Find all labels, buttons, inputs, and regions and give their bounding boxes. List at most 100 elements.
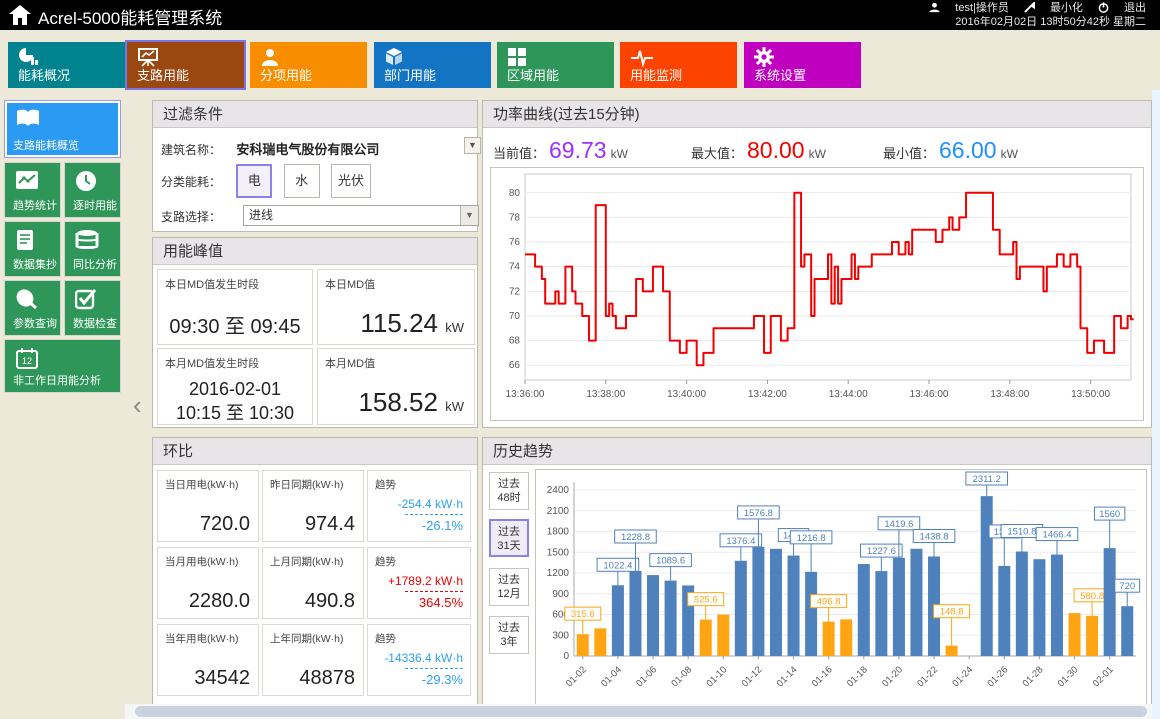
nav-tab-bar: 能耗概况 支路用能 分项用能 部门用能 区域用能 用能监测 系统设置 <box>0 30 1160 90</box>
svg-text:900: 900 <box>552 589 569 600</box>
svg-text:74: 74 <box>509 262 521 273</box>
branch-select[interactable]: 进线▼ <box>243 205 479 226</box>
horizontal-scrollbar[interactable] <box>125 704 1160 719</box>
svg-text:2311.2: 2311.2 <box>973 474 1001 485</box>
power-stats-row: 当前值：69.73kW 最大值：80.00kW 最小值：66.00kW <box>483 129 1151 165</box>
day-md-period-value: 09:30 至 09:45 <box>158 310 312 339</box>
month-md-period-time: 10:15 至 10:30 <box>158 401 312 425</box>
month-md-value-card: 本月MD值 158.52 kW <box>317 348 475 425</box>
svg-text:01-06: 01-06 <box>634 664 659 689</box>
svg-text:1200: 1200 <box>547 568 570 579</box>
user-icon <box>929 2 940 13</box>
filter-panel: 过滤条件 建筑名称： 安科瑞电气股份有限公司 ▼ 分类能耗： 电 水 光伏 支路… <box>152 100 478 232</box>
svg-text:1228.8: 1228.8 <box>621 532 650 543</box>
svg-text:1576.8: 1576.8 <box>744 508 773 519</box>
svg-text:66: 66 <box>509 360 521 371</box>
peak-title: 用能峰值 <box>153 238 477 265</box>
ratio-trend-cell: 趋势 -14336.4 kW·h -29.3% <box>367 624 471 696</box>
user-menu[interactable]: test|操作员 <box>929 2 1009 14</box>
svg-text:13:46:00: 13:46:00 <box>910 389 949 400</box>
svg-text:01-12: 01-12 <box>740 664 765 689</box>
minimize-button[interactable]: 最小化 <box>1024 2 1083 14</box>
svg-text:1466.4: 1466.4 <box>1042 530 1071 541</box>
svg-text:1419.6: 1419.6 <box>884 519 913 530</box>
svg-text:78: 78 <box>509 212 521 223</box>
tab-branch-energy[interactable]: 支路用能 <box>127 42 244 88</box>
svg-text:01-04: 01-04 <box>599 664 624 689</box>
svg-text:01-10: 01-10 <box>704 664 729 689</box>
sidebar-item-hourly-energy[interactable]: 逐时用能 <box>64 162 121 218</box>
peak-panel: 用能峰值 本日MD值发生时段 09:30 至 09:45 本日MD值 115.2… <box>152 237 478 428</box>
svg-text:13:42:00: 13:42:00 <box>748 389 787 400</box>
sidebar-item-data-reading[interactable]: 数据集抄 <box>4 221 61 277</box>
svg-text:1089.6: 1089.6 <box>656 556 685 567</box>
ratio-cell: 当月用电(kW·h) 2280.0 <box>157 547 259 619</box>
horizontal-scrollbar-thumb[interactable] <box>135 706 1147 717</box>
sidebar-item-nonworkday-analysis[interactable]: 12 非工作日用能分析 <box>4 339 121 393</box>
max-value-stat: 最大值：80.00kW <box>691 137 826 164</box>
svg-text:1800: 1800 <box>547 527 570 538</box>
svg-text:01-30: 01-30 <box>1056 664 1081 689</box>
home-icon[interactable] <box>8 3 32 32</box>
chevron-down-icon[interactable]: ▼ <box>460 206 478 225</box>
ratio-panel: 环比 当日用电(kW·h) 720.0 昨日同期(kW·h) 974.4 趋势 … <box>152 437 478 709</box>
svg-text:01-22: 01-22 <box>915 664 940 689</box>
category-label: 分类能耗： <box>161 173 233 190</box>
svg-text:1438.8: 1438.8 <box>920 531 949 542</box>
category-button-electric[interactable]: 电 <box>236 164 272 198</box>
svg-text:1376.4: 1376.4 <box>726 536 755 547</box>
category-button-water[interactable]: 水 <box>284 164 320 198</box>
range-button-3y[interactable]: 过去3年 <box>489 616 529 654</box>
svg-text:580.8: 580.8 <box>1080 591 1104 602</box>
tab-system-settings[interactable]: 系统设置 <box>744 42 861 88</box>
tab-department-energy[interactable]: 部门用能 <box>374 42 491 88</box>
svg-text:01-24: 01-24 <box>950 664 975 689</box>
svg-text:13:44:00: 13:44:00 <box>829 389 868 400</box>
branch-row: 支路选择： 进线▼ <box>161 208 471 225</box>
category-button-pv[interactable]: 光伏 <box>331 164 371 198</box>
svg-text:1560: 1560 <box>1099 509 1120 520</box>
tab-area-energy[interactable]: 区域用能 <box>497 42 614 88</box>
tab-energy-monitor[interactable]: 用能监测 <box>620 42 737 88</box>
branch-label: 支路选择： <box>161 208 233 225</box>
svg-text:496.8: 496.8 <box>817 597 841 608</box>
document-icon <box>15 229 35 256</box>
logout-button[interactable]: 退出 <box>1098 2 1146 14</box>
range-button-12m[interactable]: 过去12月 <box>489 568 529 606</box>
datetime-text: 2016年02月02日 13时50分42秒 星期二 <box>917 15 1146 29</box>
sidebar-item-param-query[interactable]: 参数查询 <box>4 280 61 336</box>
svg-text:0: 0 <box>563 651 569 662</box>
svg-text:76: 76 <box>509 237 521 248</box>
svg-text:1227.6: 1227.6 <box>867 546 896 557</box>
tab-energy-overview[interactable]: 能耗概况 <box>8 42 125 88</box>
sidebar-item-data-check[interactable]: 数据检查 <box>64 280 121 336</box>
svg-text:525.6: 525.6 <box>694 595 718 606</box>
database-icon <box>75 229 99 256</box>
range-button-48h[interactable]: 过去48时 <box>489 472 529 510</box>
svg-text:80: 80 <box>509 188 521 199</box>
calendar-icon: 12 <box>15 347 39 374</box>
building-label: 建筑名称： <box>161 141 233 158</box>
svg-text:01-02: 01-02 <box>564 664 589 689</box>
tab-subitem-energy[interactable]: 分项用能 <box>250 42 367 88</box>
building-dropdown-arrow[interactable]: ▼ <box>464 137 481 154</box>
sidebar-item-branch-overview[interactable]: 支路能耗概览 <box>4 100 121 158</box>
vertical-scrollbar[interactable] <box>1152 90 1160 719</box>
svg-text:2400: 2400 <box>547 485 570 496</box>
svg-text:13:38:00: 13:38:00 <box>586 389 625 400</box>
svg-text:13:40:00: 13:40:00 <box>667 389 706 400</box>
range-button-31d[interactable]: 过去31天 <box>489 519 529 557</box>
trend-icon <box>15 170 39 197</box>
sidebar: 支路能耗概览 趋势统计 逐时用能 数据集抄 同比分析 参数查询 数据检查 12 … <box>0 90 125 719</box>
sidebar-item-yoy-analysis[interactable]: 同比分析 <box>64 221 121 277</box>
ratio-cell: 上月同期(kW·h) 490.8 <box>262 547 364 619</box>
history-trend-panel: 历史趋势 过去48时 过去31天 过去12月 过去3年 030060090012… <box>482 437 1152 714</box>
building-select-value[interactable]: 安科瑞电气股份有限公司 <box>236 142 379 157</box>
svg-text:70: 70 <box>509 311 521 322</box>
sidebar-collapse-chevron[interactable]: ‹ <box>133 390 153 420</box>
ratio-cell: 上年同期(kW·h) 48878 <box>262 624 364 696</box>
sidebar-item-trend-stats[interactable]: 趋势统计 <box>4 162 61 218</box>
month-md-value: 158.52 kW <box>358 387 464 418</box>
current-value-stat: 当前值：69.73kW <box>493 137 628 164</box>
ratio-cell: 当年用电(kW·h) 34542 <box>157 624 259 696</box>
